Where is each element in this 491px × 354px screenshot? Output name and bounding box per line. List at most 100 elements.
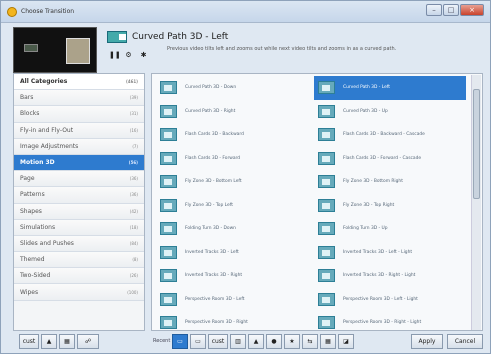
category-item[interactable]: Shapes (42) bbox=[14, 203, 144, 220]
transition-scrollbar[interactable] bbox=[471, 75, 481, 330]
transition-item[interactable]: Fly Zone 3D - Bottom Left bbox=[156, 170, 308, 194]
category-item[interactable]: Page (36) bbox=[14, 171, 144, 188]
recent-transition-button[interactable]: ▭ bbox=[190, 334, 206, 349]
category-label: Wipes bbox=[20, 288, 39, 296]
transition-label: Inverted Tracks 3D - Left - Light bbox=[343, 249, 413, 255]
transition-item[interactable]: Flash Cards 3D - Backward - Cascade bbox=[314, 123, 466, 147]
apply-button[interactable]: Apply bbox=[411, 334, 443, 349]
category-item[interactable]: Themed (8) bbox=[14, 252, 144, 269]
transition-item[interactable]: Flash Cards 3D - Forward - Cascade bbox=[314, 147, 466, 171]
transition-list-panel: Curved Path 3D - Down Curved Path 3D - Le… bbox=[151, 73, 483, 331]
minimize-button[interactable]: – bbox=[426, 4, 442, 16]
category-item[interactable]: Blocks (31) bbox=[14, 106, 144, 123]
recent-transition-button[interactable]: ● bbox=[266, 334, 282, 349]
transition-thumbnail-icon bbox=[318, 128, 335, 142]
transition-item[interactable]: Inverted Tracks 3D - Left bbox=[156, 241, 308, 265]
transition-item[interactable]: Perspective Room 3D - Left - Light bbox=[314, 288, 466, 312]
maximize-button[interactable]: □ bbox=[443, 4, 459, 16]
transition-thumbnail-icon bbox=[160, 269, 177, 283]
recent-transition-button[interactable]: ▦ bbox=[320, 334, 336, 349]
transition-label: Perspective Room 3D - Left bbox=[185, 296, 245, 302]
category-label: Simulations bbox=[20, 223, 56, 231]
category-item[interactable]: Wipes (100) bbox=[14, 284, 144, 301]
recent-transition-button[interactable]: ★ bbox=[284, 334, 300, 349]
category-item[interactable]: All Categories (461) bbox=[14, 74, 144, 91]
transition-thumbnail-icon bbox=[160, 175, 177, 189]
recent-transition-button[interactable]: ▭ bbox=[172, 334, 188, 349]
category-tool-button[interactable]: ▦ bbox=[59, 334, 75, 349]
transition-item[interactable]: Fly Zone 3D - Top Right bbox=[314, 194, 466, 218]
preview-incoming-frame bbox=[66, 38, 90, 64]
category-count: (18) bbox=[129, 224, 138, 230]
transition-thumbnail-icon bbox=[160, 198, 177, 212]
transition-item[interactable]: Perspective Room 3D - Right - Light bbox=[314, 311, 466, 330]
transition-thumbnail-icon bbox=[318, 198, 335, 212]
category-label: Slides and Pushes bbox=[20, 239, 74, 247]
recent-label: Recent bbox=[153, 338, 171, 344]
recent-transition-button[interactable]: ◪ bbox=[338, 334, 354, 349]
transition-item[interactable]: Folding Turn 3D - Up bbox=[314, 217, 466, 241]
transition-item[interactable]: Flash Cards 3D - Backward bbox=[156, 123, 308, 147]
title-bar[interactable]: Choose Transition – □ × bbox=[1, 1, 490, 23]
category-count: (100) bbox=[127, 289, 138, 295]
category-label: Patterns bbox=[20, 191, 45, 199]
transition-item[interactable]: Fly Zone 3D - Bottom Right bbox=[314, 170, 466, 194]
recent-transition-button[interactable]: cust bbox=[208, 334, 228, 349]
category-item[interactable]: Bars (39) bbox=[14, 90, 144, 107]
transition-thumbnail-icon bbox=[318, 292, 335, 306]
transition-item[interactable]: Curved Path 3D - Down bbox=[156, 76, 308, 100]
category-item[interactable]: Slides and Pushes (84) bbox=[14, 235, 144, 253]
recent-transition-button[interactable]: ⇆ bbox=[302, 334, 318, 349]
category-count: (36) bbox=[129, 192, 138, 198]
settings-icon[interactable]: ⚙ bbox=[124, 51, 133, 60]
transition-thumbnail-icon bbox=[318, 151, 335, 165]
category-tool-button[interactable]: ▲ bbox=[41, 334, 57, 349]
category-item[interactable]: Simulations (18) bbox=[14, 219, 144, 236]
transition-label: Flash Cards 3D - Backward bbox=[185, 132, 244, 138]
transition-label: Perspective Room 3D - Right bbox=[185, 320, 248, 326]
choose-transition-dialog: Choose Transition – □ × Curved Path 3D -… bbox=[0, 0, 491, 354]
transition-item[interactable]: Folding Turn 3D - Down bbox=[156, 217, 308, 241]
recent-transition-button[interactable]: ▲ bbox=[248, 334, 264, 349]
category-item[interactable]: Fly-in and Fly-Out (16) bbox=[14, 122, 144, 139]
transition-item[interactable]: Curved Path 3D - Up bbox=[314, 100, 466, 124]
transition-item[interactable]: Curved Path 3D - Left bbox=[314, 76, 466, 100]
transition-item[interactable]: Perspective Room 3D - Right bbox=[156, 311, 308, 330]
transition-item[interactable]: Perspective Room 3D - Left bbox=[156, 288, 308, 312]
transition-label: Fly Zone 3D - Top Left bbox=[185, 202, 233, 208]
transition-item[interactable]: Inverted Tracks 3D - Left - Light bbox=[314, 241, 466, 265]
transition-label: Folding Turn 3D - Down bbox=[185, 226, 236, 232]
close-button[interactable]: × bbox=[460, 4, 484, 16]
curved-path-icon bbox=[107, 31, 127, 43]
transition-thumbnail-icon bbox=[160, 128, 177, 142]
pause-icon[interactable]: ❚❚ bbox=[109, 51, 121, 60]
favorite-icon[interactable]: ✱ bbox=[139, 51, 148, 60]
transition-item[interactable]: Curved Path 3D - Right bbox=[156, 100, 308, 124]
category-tool-button[interactable]: ☍ bbox=[77, 334, 99, 349]
recent-transition-button[interactable]: ▥ bbox=[230, 334, 246, 349]
transition-preview bbox=[13, 27, 97, 73]
scroll-thumb[interactable] bbox=[473, 89, 480, 199]
category-count: (56) bbox=[128, 160, 138, 166]
category-item[interactable]: Patterns (36) bbox=[14, 187, 144, 204]
transition-item[interactable]: Fly Zone 3D - Top Left bbox=[156, 194, 308, 218]
selected-transition-title: Curved Path 3D - Left bbox=[132, 32, 229, 42]
transition-label: Curved Path 3D - Left bbox=[343, 85, 390, 91]
category-label: Motion 3D bbox=[20, 159, 55, 167]
transition-thumbnail-icon bbox=[160, 151, 177, 165]
transition-label: Inverted Tracks 3D - Left bbox=[185, 249, 239, 255]
category-item[interactable]: Two-Sided (26) bbox=[14, 268, 144, 285]
transition-item[interactable]: Inverted Tracks 3D - Right - Light bbox=[314, 264, 466, 288]
category-tool-button[interactable]: cust bbox=[19, 334, 39, 349]
category-item[interactable]: Motion 3D (56) bbox=[14, 154, 144, 172]
category-label: Image Adjustments bbox=[20, 142, 79, 150]
transition-thumbnail-icon bbox=[160, 292, 177, 306]
transition-item[interactable]: Flash Cards 3D - Forward bbox=[156, 147, 308, 171]
transition-label: Curved Path 3D - Up bbox=[343, 108, 388, 114]
category-item[interactable]: Image Adjustments (7) bbox=[14, 138, 144, 155]
cancel-button[interactable]: Cancel bbox=[447, 334, 483, 349]
transition-label: Flash Cards 3D - Forward - Cascade bbox=[343, 155, 422, 161]
transition-item[interactable]: Inverted Tracks 3D - Right bbox=[156, 264, 308, 288]
category-label: Page bbox=[20, 175, 35, 183]
transition-thumbnail-icon bbox=[318, 175, 335, 189]
